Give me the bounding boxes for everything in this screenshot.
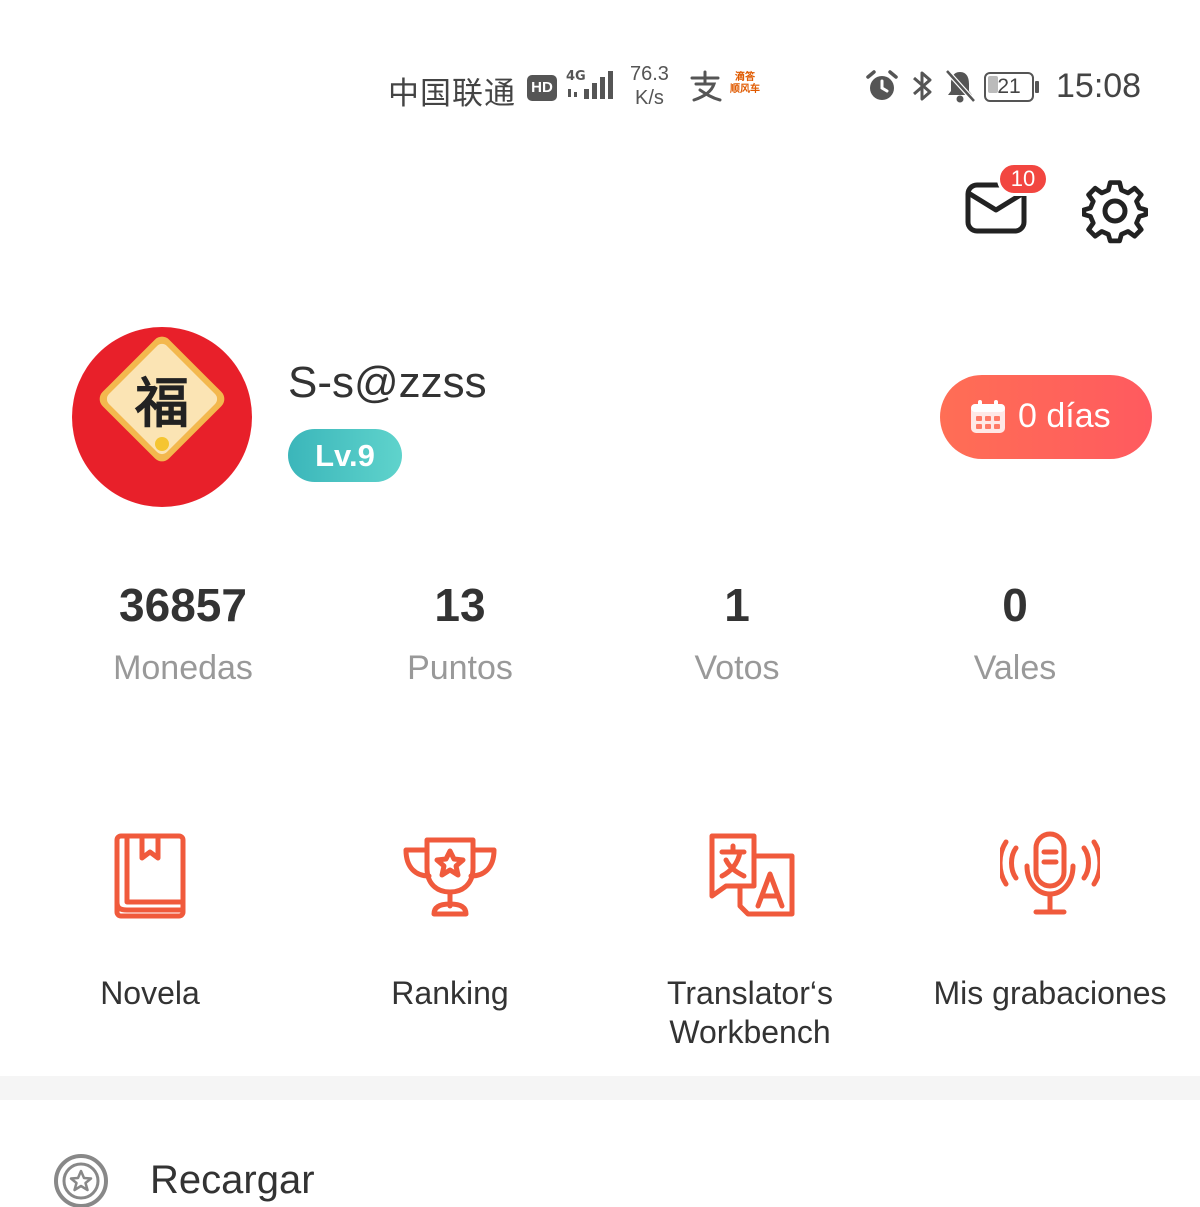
feature-label: Ranking	[391, 975, 509, 1011]
stats-row: 36857 Monedas 13 Puntos 1 Votos 0 Vales	[0, 575, 1200, 705]
book-icon	[114, 833, 186, 919]
network-speed-unit: K/s	[635, 87, 664, 109]
clock: 15:08	[1056, 67, 1142, 105]
stat-label: Puntos	[407, 649, 513, 687]
battery-indicator: 21	[984, 72, 1039, 102]
feature-label-line2: Workbench	[669, 1014, 831, 1050]
feature-ranking[interactable]: Ranking	[300, 830, 600, 1013]
battery-level: 21	[997, 75, 1021, 98]
trophy-icon	[403, 837, 497, 917]
avatar[interactable]: 福	[72, 327, 252, 507]
feature-label: Mis grabaciones	[933, 975, 1167, 1011]
stat-value: 36857	[119, 579, 247, 631]
feature-mis-grabaciones[interactable]: Mis grabaciones	[900, 830, 1200, 1013]
status-bar: 中国联通 HD 4G 76.3 K/s 滴答 顺风车 21 15:08	[0, 60, 1200, 116]
fu-blessing-icon: 福	[99, 336, 225, 462]
hd-badge: HD	[527, 75, 557, 101]
mute-bell-icon	[945, 69, 976, 103]
stat-label: Vales	[973, 649, 1057, 687]
carrier-name: 中国联通	[388, 76, 516, 112]
network-speed-value: 76.3	[630, 63, 669, 85]
username: S-s@zzss	[288, 358, 487, 407]
check-in-days: 0 días	[1018, 397, 1111, 435]
check-in-button[interactable]: 0 días	[940, 375, 1152, 459]
alipay-icon	[690, 70, 722, 102]
status-icons	[864, 68, 976, 104]
menu-label: Recargar	[150, 1158, 315, 1202]
unread-messages-badge: 10	[997, 162, 1049, 196]
gear-icon	[1081, 180, 1149, 244]
calendar-icon	[971, 400, 1005, 433]
feature-label-line1: Translator‘s	[667, 975, 833, 1011]
svg-text:福: 福	[134, 371, 189, 435]
stat-value: 13	[434, 579, 486, 631]
bluetooth-icon	[913, 71, 932, 101]
settings-button[interactable]	[1081, 178, 1149, 244]
network-type-text: 4G	[566, 69, 586, 84]
feature-label: Translator‘s Workbench	[600, 974, 900, 1052]
microphone-icon	[1000, 831, 1100, 915]
stat-puntos[interactable]: 13 Puntos	[340, 575, 580, 688]
alarm-icon	[866, 70, 898, 100]
stat-label: Votos	[694, 649, 780, 687]
menu-item-recargar[interactable]: Recargar	[0, 1130, 1200, 1207]
star-coin-icon	[54, 1154, 108, 1207]
level-badge[interactable]: Lv.9	[288, 429, 402, 482]
feature-novela[interactable]: Novela	[0, 830, 300, 1013]
translate-icon	[709, 833, 795, 917]
feature-translators-workbench[interactable]: Translator‘s Workbench	[600, 830, 900, 1052]
stat-vales[interactable]: 0 Vales	[895, 575, 1135, 688]
stat-votos[interactable]: 1 Votos	[617, 575, 857, 688]
stat-value: 0	[1002, 579, 1028, 631]
stat-label: Monedas	[113, 649, 253, 687]
signal-icon: 4G	[566, 69, 613, 99]
section-divider	[0, 1076, 1200, 1100]
didi-icon: 滴答 顺风车	[730, 72, 760, 95]
stat-monedas[interactable]: 36857 Monedas	[63, 575, 303, 688]
feature-label: Novela	[100, 975, 200, 1011]
stat-value: 1	[724, 579, 750, 631]
network-speed: 76.3 K/s	[630, 62, 669, 110]
